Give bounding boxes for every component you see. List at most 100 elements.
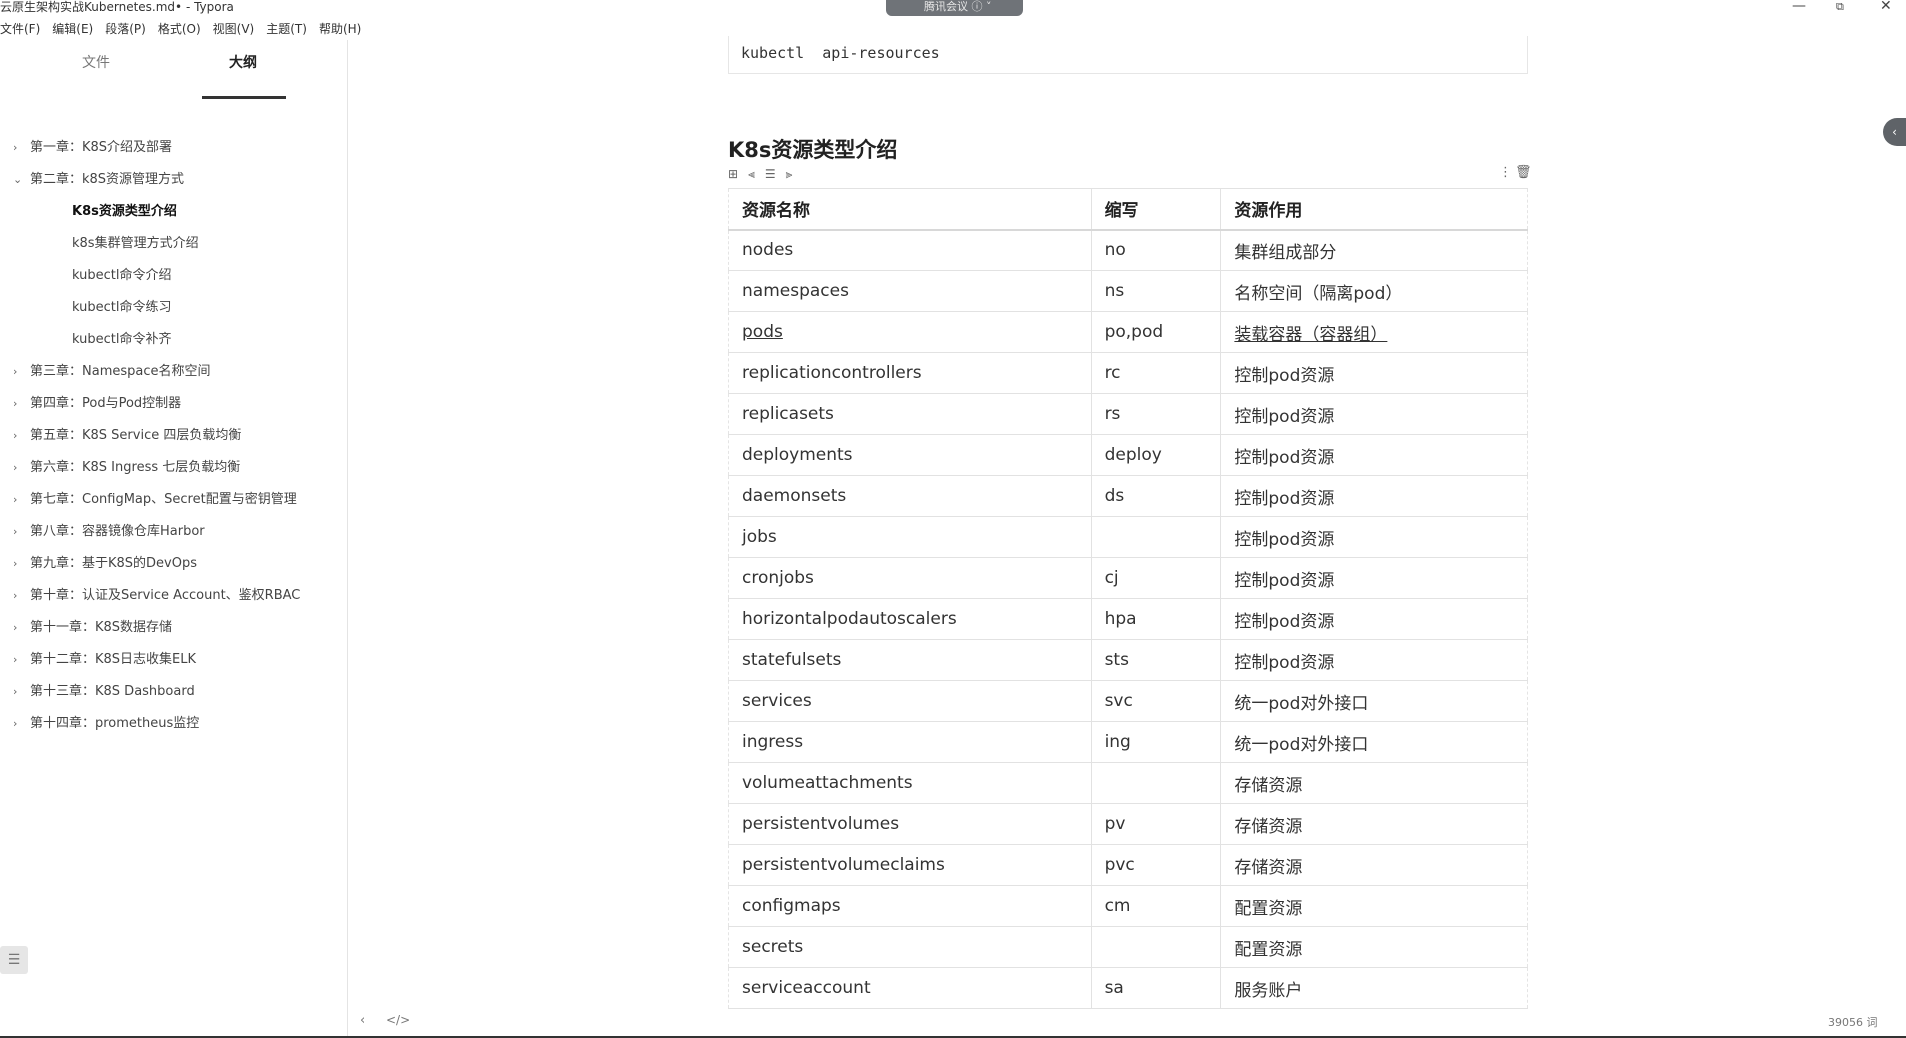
outline-item[interactable]: kubectl命令补齐 [0, 324, 348, 356]
table-cell[interactable]: persistentvolumeclaims [728, 844, 1092, 886]
chevron-right-icon[interactable]: › [13, 676, 17, 708]
outline-item[interactable]: › 第五章：K8S Service 四层负载均衡 [0, 420, 348, 452]
code-block[interactable]: kubectl api-resources [728, 36, 1528, 74]
tab-outline[interactable]: 大纲 [229, 52, 257, 72]
outline-item[interactable]: › 第十一章：K8S数据存储 [0, 612, 348, 644]
table-cell[interactable]: svc [1090, 680, 1221, 722]
table-cell[interactable]: horizontalpodautoscalers [728, 598, 1092, 640]
table-cell[interactable]: ingress [728, 721, 1092, 763]
table-cell[interactable]: 装载容器（容器组） [1220, 311, 1528, 353]
table-cell[interactable]: deployments [728, 434, 1092, 476]
table-cell[interactable]: 控制pod资源 [1220, 475, 1528, 517]
table-cell[interactable]: 配置资源 [1220, 885, 1528, 927]
table-cell[interactable]: 存储资源 [1220, 803, 1528, 845]
table-cell[interactable]: ing [1090, 721, 1221, 763]
table-cell[interactable]: replicationcontrollers [728, 352, 1092, 394]
chevron-right-icon[interactable]: › [13, 356, 17, 388]
chevron-right-icon[interactable]: › [13, 708, 17, 740]
header-cell[interactable]: 资源名称 [728, 188, 1092, 231]
chevron-right-icon[interactable]: › [13, 580, 17, 612]
minimize-icon[interactable]: — [1792, 0, 1806, 14]
table-cell[interactable]: 存储资源 [1220, 844, 1528, 886]
table-cell[interactable]: 服务账户 [1220, 967, 1528, 1009]
outline-item[interactable]: › 第十二章：K8S日志收集ELK [0, 644, 348, 676]
table-cell[interactable]: 控制pod资源 [1220, 352, 1528, 394]
table-cell[interactable]: po,pod [1090, 311, 1221, 353]
table-cell[interactable]: statefulsets [728, 639, 1092, 681]
menu-view[interactable]: 视图(V) [213, 19, 255, 39]
table-cell[interactable]: 名称空间（隔离pod） [1220, 270, 1528, 312]
outline-item[interactable]: › 第六章：K8S Ingress 七层负载均衡 [0, 452, 348, 484]
table-cell[interactable]: ds [1090, 475, 1221, 517]
table-cell[interactable]: cronjobs [728, 557, 1092, 599]
tab-files[interactable]: 文件 [82, 52, 110, 72]
table-cell[interactable]: hpa [1090, 598, 1221, 640]
table-cell[interactable]: rs [1090, 393, 1221, 435]
menu-file[interactable]: 文件(F) [0, 19, 40, 39]
table-cell[interactable]: services [728, 680, 1092, 722]
collapse-panel-icon[interactable]: ‹ [1883, 118, 1906, 146]
align-right-icon[interactable]: ⫸ [786, 167, 793, 183]
table-cell[interactable]: 集群组成部分 [1220, 229, 1528, 271]
table-cell[interactable]: 存储资源 [1220, 762, 1528, 804]
table-cell[interactable] [1090, 762, 1221, 804]
chevron-right-icon[interactable]: › [13, 612, 17, 644]
align-left-icon[interactable]: ⫷ [748, 167, 755, 183]
table-cell[interactable]: pods [728, 311, 1092, 353]
table-cell[interactable]: daemonsets [728, 475, 1092, 517]
outline-item[interactable]: › 第十章：认证及Service Account、鉴权RBAC [0, 580, 348, 612]
table-cell[interactable]: pv [1090, 803, 1221, 845]
table-cell[interactable]: 控制pod资源 [1220, 516, 1528, 558]
table-cell[interactable]: sa [1090, 967, 1221, 1009]
header-cell[interactable]: 资源作用 [1220, 188, 1528, 231]
menu-paragraph[interactable]: 段落(P) [105, 19, 146, 39]
outline-item-active[interactable]: K8s资源类型介绍 [0, 196, 348, 228]
menu-format[interactable]: 格式(O) [158, 19, 201, 39]
table-cell[interactable]: 统一pod对外接口 [1220, 721, 1528, 763]
align-center-icon[interactable]: ☰ [765, 167, 776, 183]
table-cell[interactable]: deploy [1090, 434, 1221, 476]
table-cell[interactable]: volumeattachments [728, 762, 1092, 804]
table-cell[interactable]: 控制pod资源 [1220, 393, 1528, 435]
menu-edit[interactable]: 编辑(E) [52, 19, 93, 39]
table-cell[interactable]: cm [1090, 885, 1221, 927]
chevron-right-icon[interactable]: › [13, 516, 17, 548]
sidebar-toggle-icon[interactable]: ☰ [0, 946, 28, 974]
word-count[interactable]: 39056 词 [1828, 1014, 1878, 1030]
menu-help[interactable]: 帮助(H) [319, 19, 361, 39]
table-cell[interactable]: namespaces [728, 270, 1092, 312]
table-cell[interactable]: 控制pod资源 [1220, 434, 1528, 476]
more-options-icon[interactable]: ⋮ [1499, 165, 1512, 180]
chevron-left-icon[interactable]: ‹ [360, 1013, 365, 1028]
restore-icon[interactable]: ⧉ [1836, 0, 1844, 14]
outline-item[interactable]: › 第八章：容器镜像仓库Harbor [0, 516, 348, 548]
outline-item[interactable]: › 第一章：K8S介绍及部署 [0, 132, 348, 164]
outline-item[interactable]: › 第十三章：K8S Dashboard [0, 676, 348, 708]
table-cell[interactable]: no [1090, 229, 1221, 271]
table-cell[interactable]: 配置资源 [1220, 926, 1528, 968]
chevron-down-icon[interactable]: ⌄ [13, 164, 22, 196]
chevron-right-icon[interactable]: › [13, 452, 17, 484]
outline-item[interactable]: kubectl命令介绍 [0, 260, 348, 292]
chevron-right-icon[interactable]: › [13, 420, 17, 452]
outline-item[interactable]: kubectl命令练习 [0, 292, 348, 324]
table-cell[interactable]: 统一pod对外接口 [1220, 680, 1528, 722]
close-icon[interactable]: ✕ [1880, 0, 1892, 14]
chevron-right-icon[interactable]: › [13, 548, 17, 580]
chevron-right-icon[interactable]: › [13, 644, 17, 676]
outline-item[interactable]: › 第三章：Namespace名称空间 [0, 356, 348, 388]
chevron-right-icon[interactable]: › [13, 388, 17, 420]
outline-item[interactable]: ⌄ 第二章：k8S资源管理方式 [0, 164, 348, 196]
table-cell[interactable]: 控制pod资源 [1220, 639, 1528, 681]
table-cell[interactable]: sts [1090, 639, 1221, 681]
table-cell[interactable]: replicasets [728, 393, 1092, 435]
outline-item[interactable]: › 第七章：ConfigMap、Secret配置与密钥管理 [0, 484, 348, 516]
table-grid-icon[interactable]: ⊞ [728, 167, 738, 183]
table-cell[interactable]: 控制pod资源 [1220, 557, 1528, 599]
table-cell[interactable]: jobs [728, 516, 1092, 558]
table-cell[interactable]: persistentvolumes [728, 803, 1092, 845]
header-cell[interactable]: 缩写 [1090, 188, 1221, 231]
outline-item[interactable]: › 第十四章：prometheus监控 [0, 708, 348, 740]
table-cell[interactable]: pvc [1090, 844, 1221, 886]
table-cell[interactable]: secrets [728, 926, 1092, 968]
